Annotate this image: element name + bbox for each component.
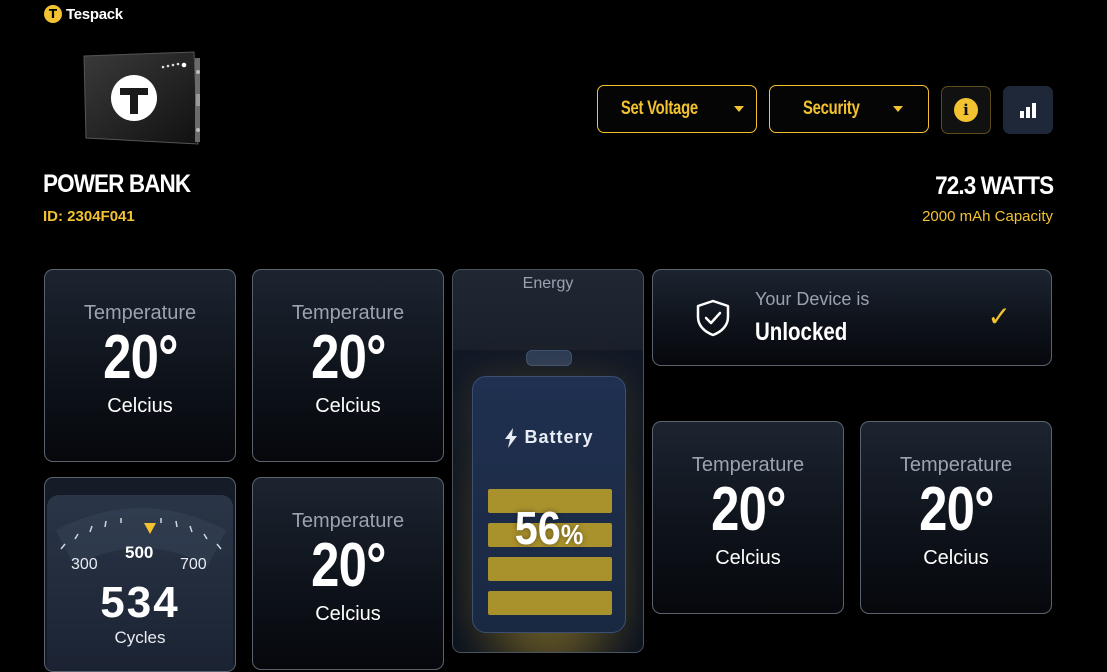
brand-name: Tespack [66,5,123,23]
chevron-down-icon [734,106,745,112]
battery-panel: Battery 56% [453,350,643,652]
temperature-value: 20° [310,531,386,600]
cycles-value: 534 [100,578,180,627]
temperature-unit: Celcius [315,603,381,625]
temperature-card: Temperature 20° Celcius [252,477,444,670]
info-icon: i [954,98,978,122]
chevron-down-icon [893,106,904,112]
security-label: Security [802,98,860,119]
temperature-card: Temperature 20° Celcius [652,421,844,614]
power-watts: 72.3 WATTS [934,172,1054,200]
temperature-value: 20° [310,323,386,392]
gauge-mid-tick: 500 [125,543,154,562]
tespack-logo-icon: T [44,5,62,23]
set-voltage-dropdown[interactable]: Set Voltage [597,85,757,133]
temperature-label: Temperature [83,302,197,324]
lock-status-value: Unlocked [755,317,848,346]
brand: T Tespack [44,4,123,24]
temperature-value: 20° [102,323,178,392]
battery-capacity: 2000 mAh Capacity [922,208,1053,225]
lightning-bolt-icon [505,427,518,448]
cycles-gauge-card: 500 300 700 534 Cycles [44,477,236,672]
battery-percent-value: 56 [514,502,561,554]
battery-terminal [526,350,572,366]
temperature-unit: Celcius [715,547,781,569]
power-bank-device-image [83,51,200,145]
bar-chart-icon [1020,103,1036,118]
set-voltage-label: Set Voltage [620,98,698,119]
gauge-min-tick: 300 [71,556,98,573]
energy-label: Energy [522,275,574,292]
temperature-card: Temperature 20° Celcius [252,269,444,462]
battery-percent: 56% [481,501,618,555]
temperature-label: Temperature [691,454,805,476]
temperature-unit: Celcius [923,547,989,569]
stats-button[interactable] [1003,86,1053,134]
page-title: POWER BANK [43,170,191,198]
info-button[interactable]: i [941,86,991,134]
temperature-label: Temperature [291,510,405,532]
temperature-unit: Celcius [107,395,173,417]
battery-title-label: Battery [524,427,594,447]
temperature-unit: Celcius [315,395,381,417]
lock-status-subtitle: Your Device is [755,288,870,309]
battery-level-bar [488,557,612,581]
temperature-card: Temperature 20° Celcius [860,421,1052,614]
temperature-card: Temperature 20° Celcius [44,269,236,462]
gauge-max-tick: 700 [180,556,207,573]
battery-graphic: Battery 56% [472,376,626,633]
device-id: ID: 2304F041 [43,208,135,225]
temperature-label: Temperature [899,454,1013,476]
battery-percent-sign: % [560,519,584,550]
temperature-label: Temperature [291,302,405,324]
check-icon: ✓ [987,300,1011,333]
shield-check-icon [696,299,730,336]
cycles-unit: Cycles [114,628,166,647]
battery-level-bar [488,591,612,615]
temperature-value: 20° [710,475,786,544]
energy-header: Energy [453,270,643,350]
temperature-value: 20° [918,475,994,544]
security-dropdown[interactable]: Security [769,85,929,133]
device-lock-status-card: Your Device is Unlocked ✓ [652,269,1052,366]
energy-card: Energy Battery 56% [452,269,644,653]
battery-title: Battery [473,427,625,448]
